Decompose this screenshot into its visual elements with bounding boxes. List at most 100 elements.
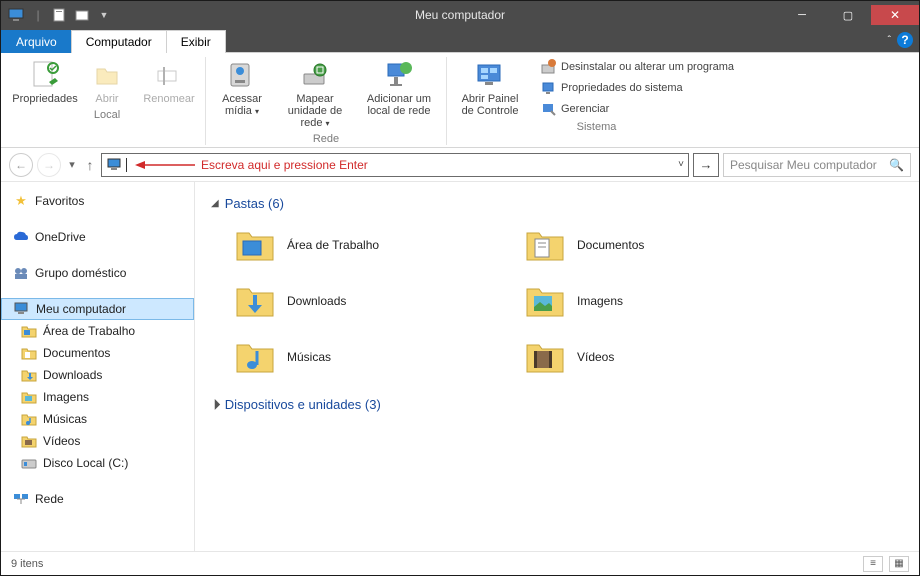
ribbon-group-local: Propriedades Abrir Renomear Local bbox=[9, 57, 206, 145]
properties-icon bbox=[29, 59, 61, 91]
navigation-bar: ← → ▾ ↑ Escreva aqui e pressione Enter ˅… bbox=[1, 148, 919, 182]
uninstall-icon bbox=[541, 59, 557, 75]
folder-large-icon bbox=[233, 225, 277, 265]
sidebar-downloads[interactable]: Downloads bbox=[1, 364, 194, 386]
folder-icon bbox=[21, 433, 37, 449]
sidebar-local-disk[interactable]: Disco Local (C:) bbox=[1, 452, 194, 474]
ribbon-group-network: Acessar mídia ▾ Mapear unidade de rede ▾… bbox=[206, 57, 447, 145]
folder-large-icon bbox=[523, 337, 567, 377]
help-icon[interactable]: ? bbox=[897, 32, 913, 48]
titlebar: | ▼ Meu computador bbox=[1, 1, 919, 29]
sidebar-onedrive[interactable]: OneDrive bbox=[1, 226, 194, 248]
folders-group-header[interactable]: ◢ Pastas (6) bbox=[211, 192, 903, 215]
search-input[interactable]: Pesquisar Meu computador 🔍 bbox=[723, 153, 911, 177]
sidebar-network[interactable]: Rede bbox=[1, 488, 194, 510]
computer-icon bbox=[14, 301, 30, 317]
devices-group-header[interactable]: ◢ Dispositivos e unidades (3) bbox=[211, 393, 903, 416]
search-icon: 🔍 bbox=[889, 158, 904, 172]
properties-qat-icon[interactable] bbox=[51, 6, 69, 24]
manage-button[interactable]: Gerenciar bbox=[537, 99, 738, 119]
folder-icon bbox=[21, 367, 37, 383]
folders-grid: Área de Trabalho Documentos Downloads Im… bbox=[211, 215, 903, 393]
forward-button: → bbox=[37, 153, 61, 177]
star-icon: ★ bbox=[13, 193, 29, 209]
folder-downloads[interactable]: Downloads bbox=[229, 277, 479, 325]
back-button[interactable]: ← bbox=[9, 153, 33, 177]
content-area: ◢ Pastas (6) Área de Trabalho Documentos… bbox=[195, 182, 919, 551]
sidebar-videos[interactable]: Vídeos bbox=[1, 430, 194, 452]
tab-computer[interactable]: Computador bbox=[71, 30, 167, 53]
folder-documents[interactable]: Documentos bbox=[519, 221, 769, 269]
network-icon bbox=[13, 491, 29, 507]
folder-icon bbox=[21, 389, 37, 405]
folder-large-icon bbox=[233, 281, 277, 321]
folder-images[interactable]: Imagens bbox=[519, 277, 769, 325]
folder-icon bbox=[21, 323, 37, 339]
access-media-button[interactable]: Acessar mídia ▾ bbox=[214, 57, 270, 131]
chevron-down-icon: ◢ bbox=[211, 198, 219, 209]
properties-button[interactable]: Propriedades bbox=[17, 57, 73, 107]
ribbon: Propriedades Abrir Renomear Local Acessa… bbox=[1, 53, 919, 148]
cloud-icon bbox=[13, 229, 29, 245]
open-icon bbox=[91, 59, 123, 91]
sidebar-desktop[interactable]: Área de Trabalho bbox=[1, 320, 194, 342]
folder-large-icon bbox=[523, 225, 567, 265]
folder-videos[interactable]: Vídeos bbox=[519, 333, 769, 381]
folder-large-icon bbox=[233, 337, 277, 377]
address-dropdown-icon[interactable]: ˅ bbox=[678, 159, 684, 170]
add-location-icon bbox=[383, 59, 415, 91]
ribbon-tabs: Arquivo Computador Exibir ˆ ? bbox=[1, 29, 919, 53]
status-bar: 9 itens ≡ ▦ bbox=[1, 551, 919, 575]
sidebar-homegroup[interactable]: Grupo doméstico bbox=[1, 262, 194, 284]
explorer-window: | ▼ Meu computador Arquivo Computador Ex… bbox=[0, 0, 920, 576]
arrow-left-icon bbox=[135, 160, 195, 170]
sidebar-images[interactable]: Imagens bbox=[1, 386, 194, 408]
control-panel-button[interactable]: Abrir Painel de Controle bbox=[455, 57, 525, 119]
rename-button: Renomear bbox=[141, 57, 197, 107]
sidebar: ★Favoritos OneDrive Grupo doméstico Meu … bbox=[1, 182, 195, 551]
ribbon-collapse-icon[interactable]: ˆ bbox=[888, 35, 891, 46]
folder-desktop[interactable]: Área de Trabalho bbox=[229, 221, 479, 269]
folder-large-icon bbox=[523, 281, 567, 321]
manage-icon bbox=[541, 101, 557, 117]
sidebar-music[interactable]: Músicas bbox=[1, 408, 194, 430]
media-icon bbox=[226, 59, 258, 91]
up-button[interactable]: ↑ bbox=[83, 157, 97, 173]
sys-props-icon bbox=[541, 80, 557, 96]
sidebar-favorites[interactable]: ★Favoritos bbox=[1, 190, 194, 212]
add-location-button[interactable]: Adicionar um local de rede bbox=[360, 57, 438, 131]
body: ★Favoritos OneDrive Grupo doméstico Meu … bbox=[1, 182, 919, 551]
new-folder-qat-icon[interactable] bbox=[73, 6, 91, 24]
computer-icon bbox=[7, 6, 25, 24]
details-view-button[interactable]: ≡ bbox=[863, 556, 883, 572]
homegroup-icon bbox=[13, 265, 29, 281]
system-properties-button[interactable]: Propriedades do sistema bbox=[537, 78, 738, 98]
disk-icon bbox=[21, 455, 37, 471]
uninstall-button[interactable]: Desinstalar ou alterar um programa bbox=[537, 57, 738, 77]
close-button[interactable] bbox=[871, 5, 919, 25]
computer-small-icon bbox=[106, 156, 124, 174]
history-dropdown-icon[interactable]: ▾ bbox=[65, 158, 79, 171]
refresh-button[interactable]: → bbox=[693, 153, 719, 177]
tab-file[interactable]: Arquivo bbox=[1, 30, 72, 53]
tab-view[interactable]: Exibir bbox=[166, 30, 226, 53]
chevron-right-icon: ◢ bbox=[208, 398, 221, 411]
control-panel-icon bbox=[474, 59, 506, 91]
folder-icon bbox=[21, 345, 37, 361]
map-drive-icon bbox=[299, 59, 331, 91]
ribbon-group-system: Abrir Painel de Controle Desinstalar ou … bbox=[447, 57, 746, 145]
window-controls bbox=[779, 5, 919, 25]
qat-dropdown-icon[interactable]: ▼ bbox=[95, 6, 113, 24]
address-bar[interactable]: Escreva aqui e pressione Enter ˅ bbox=[101, 153, 689, 177]
quick-access-toolbar: | ▼ bbox=[1, 6, 119, 24]
minimize-button[interactable] bbox=[779, 5, 825, 25]
open-button: Abrir bbox=[79, 57, 135, 107]
map-drive-button[interactable]: Mapear unidade de rede ▾ bbox=[276, 57, 354, 131]
sidebar-my-computer[interactable]: Meu computador bbox=[1, 298, 194, 320]
folder-icon bbox=[21, 411, 37, 427]
rename-icon bbox=[153, 59, 185, 91]
icons-view-button[interactable]: ▦ bbox=[889, 556, 909, 572]
folder-music[interactable]: Músicas bbox=[229, 333, 479, 381]
sidebar-documents[interactable]: Documentos bbox=[1, 342, 194, 364]
maximize-button[interactable] bbox=[825, 5, 871, 25]
